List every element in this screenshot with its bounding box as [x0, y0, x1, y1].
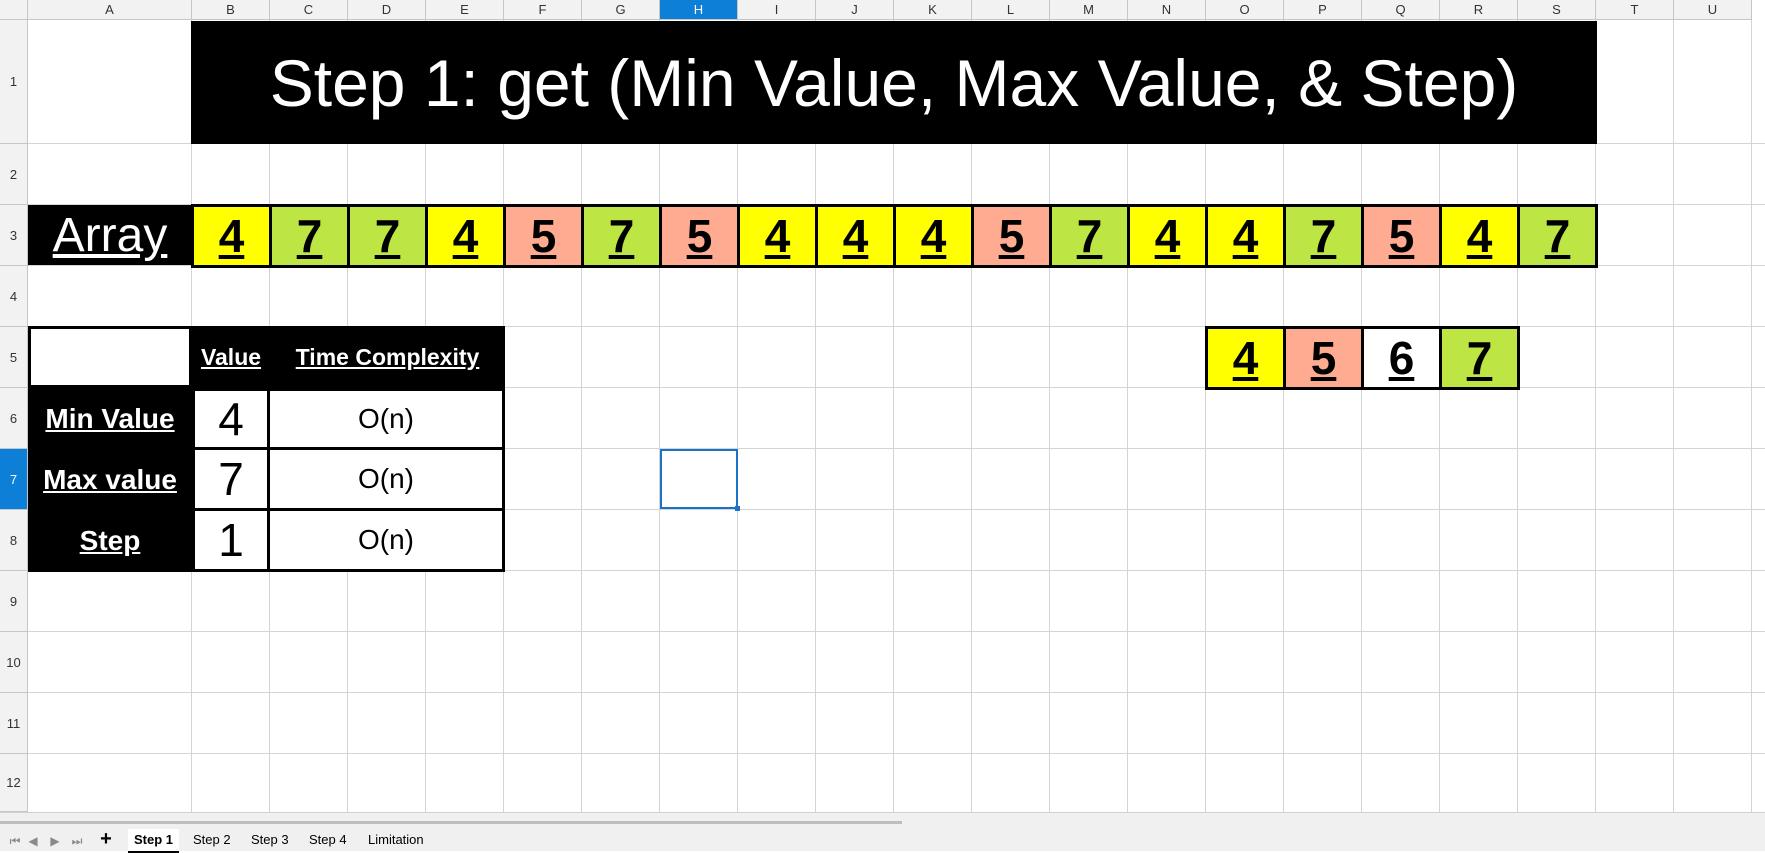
- array-cell[interactable]: 7: [1283, 204, 1364, 268]
- row-header-11[interactable]: 11: [0, 693, 28, 754]
- column-header-k[interactable]: K: [894, 0, 972, 20]
- plus-icon[interactable]: +: [97, 829, 115, 849]
- column-header-h[interactable]: H: [660, 0, 738, 20]
- array-cell[interactable]: 7: [269, 204, 350, 268]
- value-column-header: Value: [192, 326, 270, 388]
- range-cell[interactable]: 7: [1439, 326, 1520, 390]
- column-header-q[interactable]: Q: [1362, 0, 1440, 20]
- array-cell[interactable]: 4: [893, 204, 974, 268]
- column-header-e[interactable]: E: [426, 0, 504, 20]
- array-cell[interactable]: 7: [1049, 204, 1130, 268]
- row-header-9[interactable]: 9: [0, 571, 28, 632]
- row-header-1[interactable]: 1: [0, 20, 28, 144]
- row-header-3[interactable]: 3: [0, 205, 28, 266]
- range-cell[interactable]: 5: [1283, 326, 1364, 390]
- column-header-b[interactable]: B: [192, 0, 270, 20]
- column-header-i[interactable]: I: [738, 0, 816, 20]
- column-header-t[interactable]: T: [1596, 0, 1674, 20]
- tab-step-4[interactable]: Step 4: [303, 829, 353, 851]
- gridline-vertical: [1673, 20, 1674, 812]
- max-value-complexity-cell[interactable]: O(n): [267, 447, 505, 511]
- min-value-label: Min Value: [28, 388, 192, 450]
- array-cell[interactable]: 5: [659, 204, 740, 268]
- gridline-horizontal: [28, 631, 1765, 632]
- next-sheet-icon[interactable]: ▶: [48, 834, 62, 848]
- first-sheet-icon[interactable]: ⏮: [8, 834, 22, 848]
- time-complexity-column-header: Time Complexity: [270, 326, 505, 388]
- min-value-complexity-cell[interactable]: O(n): [267, 388, 505, 450]
- gridline-horizontal: [28, 692, 1765, 693]
- array-cell[interactable]: 4: [191, 204, 272, 268]
- row-header-10[interactable]: 10: [0, 632, 28, 693]
- column-header-r[interactable]: R: [1440, 0, 1518, 20]
- row-header-8[interactable]: 8: [0, 510, 28, 571]
- column-header-n[interactable]: N: [1128, 0, 1206, 20]
- row-header-2[interactable]: 2: [0, 144, 28, 205]
- column-header-o[interactable]: O: [1206, 0, 1284, 20]
- row-header-4[interactable]: 4: [0, 266, 28, 327]
- array-cell[interactable]: 4: [425, 204, 506, 268]
- array-cell[interactable]: 7: [1517, 204, 1598, 268]
- column-header-f[interactable]: F: [504, 0, 582, 20]
- array-cell[interactable]: 4: [1205, 204, 1286, 268]
- array-cell[interactable]: 7: [347, 204, 428, 268]
- array-cell[interactable]: 7: [581, 204, 662, 268]
- tab-step-3[interactable]: Step 3: [245, 829, 295, 851]
- step-value-cell[interactable]: 1: [192, 508, 270, 572]
- tab-step-2[interactable]: Step 2: [187, 829, 237, 851]
- max-value-label: Max value: [28, 449, 192, 511]
- column-header-u[interactable]: U: [1674, 0, 1752, 20]
- range-cell[interactable]: 4: [1205, 326, 1286, 390]
- array-cell[interactable]: 4: [815, 204, 896, 268]
- active-cell-cursor[interactable]: [660, 449, 738, 509]
- prev-sheet-icon[interactable]: ◀: [26, 834, 40, 848]
- row-header-5[interactable]: 5: [0, 327, 28, 388]
- row-header-7[interactable]: 7: [0, 449, 28, 510]
- gridline-horizontal: [28, 753, 1765, 754]
- fill-handle[interactable]: [735, 506, 740, 511]
- gridline-vertical: [1751, 20, 1752, 812]
- tab-step-1[interactable]: Step 1: [128, 829, 180, 853]
- last-sheet-icon[interactable]: ⏭: [70, 834, 84, 848]
- column-header-s[interactable]: S: [1518, 0, 1596, 20]
- column-header-l[interactable]: L: [972, 0, 1050, 20]
- horizontal-scrollbar[interactable]: [0, 821, 902, 824]
- range-cell[interactable]: 6: [1361, 326, 1442, 390]
- table-corner-cell[interactable]: [28, 326, 192, 388]
- column-header-j[interactable]: J: [816, 0, 894, 20]
- sheet-tab-bar: ⏮ ◀ ▶ ⏭ + Step 1 Step 2 Step 3 Step 4 Li…: [0, 812, 1765, 853]
- array-cell[interactable]: 4: [1439, 204, 1520, 268]
- min-value-cell[interactable]: 4: [192, 388, 270, 450]
- array-cell[interactable]: 5: [1361, 204, 1442, 268]
- array-cell[interactable]: 4: [1127, 204, 1208, 268]
- select-all-corner[interactable]: [0, 0, 28, 20]
- max-value-cell[interactable]: 7: [192, 447, 270, 511]
- column-header-g[interactable]: G: [582, 0, 660, 20]
- row-header-12[interactable]: 12: [0, 754, 28, 812]
- tab-limitation[interactable]: Limitation: [362, 829, 430, 851]
- sheet-title-band: Step 1: get (Min Value, Max Value, & Ste…: [191, 21, 1597, 144]
- column-header-c[interactable]: C: [270, 0, 348, 20]
- array-cell[interactable]: 4: [737, 204, 818, 268]
- step-label: Step: [28, 510, 192, 572]
- array-cell[interactable]: 5: [971, 204, 1052, 268]
- array-label: Array: [28, 205, 192, 265]
- row-header-6[interactable]: 6: [0, 388, 28, 449]
- step-complexity-cell[interactable]: O(n): [267, 508, 505, 572]
- column-header-a[interactable]: A: [28, 0, 192, 20]
- array-cell[interactable]: 5: [503, 204, 584, 268]
- column-header-m[interactable]: M: [1050, 0, 1128, 20]
- column-header-d[interactable]: D: [348, 0, 426, 20]
- column-header-p[interactable]: P: [1284, 0, 1362, 20]
